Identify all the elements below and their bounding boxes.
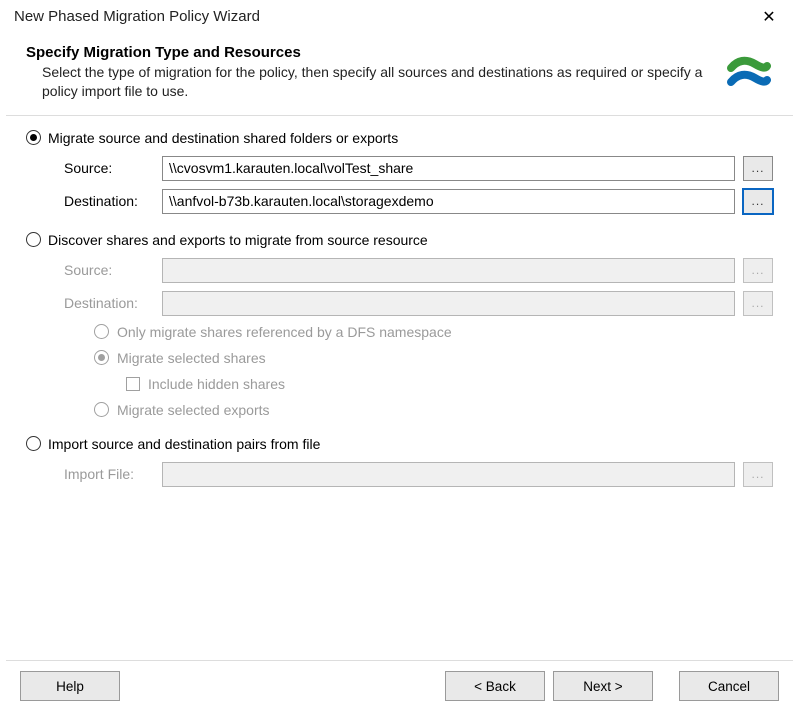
radio-import-pairs[interactable] bbox=[26, 436, 41, 451]
radio-migrate-selected-exports bbox=[94, 402, 109, 417]
radio-discover-shares[interactable] bbox=[26, 232, 41, 247]
help-button[interactable]: Help bbox=[20, 671, 120, 701]
radio-migrate-selected-exports-label: Migrate selected exports bbox=[117, 402, 270, 418]
discover-destination-label: Destination: bbox=[64, 295, 154, 311]
close-button[interactable]: ✕ bbox=[749, 3, 789, 31]
radio-dfs-namespace bbox=[94, 324, 109, 339]
import-file-input bbox=[162, 462, 735, 487]
radio-import-pairs-label: Import source and destination pairs from… bbox=[48, 436, 320, 452]
back-button[interactable]: < Back bbox=[445, 671, 545, 701]
radio-dfs-namespace-label: Only migrate shares referenced by a DFS … bbox=[117, 324, 452, 340]
import-file-label: Import File: bbox=[64, 466, 154, 482]
radio-migrate-folders-label: Migrate source and destination shared fo… bbox=[48, 130, 398, 146]
brand-logo bbox=[725, 50, 773, 98]
checkbox-include-hidden-shares bbox=[126, 377, 140, 391]
discover-source-label: Source: bbox=[64, 262, 154, 278]
radio-migrate-selected-shares bbox=[94, 350, 109, 365]
discover-destination-input bbox=[162, 291, 735, 316]
discover-destination-browse-button: ... bbox=[743, 291, 773, 316]
import-file-browse-button: ... bbox=[743, 462, 773, 487]
radio-discover-shares-label: Discover shares and exports to migrate f… bbox=[48, 232, 428, 248]
page-title: Specify Migration Type and Resources bbox=[26, 44, 715, 61]
discover-source-input bbox=[162, 258, 735, 283]
migrate-destination-input[interactable] bbox=[162, 189, 735, 214]
migrate-source-input[interactable] bbox=[162, 156, 735, 181]
cancel-button[interactable]: Cancel bbox=[679, 671, 779, 701]
migrate-source-label: Source: bbox=[64, 160, 154, 176]
migrate-destination-label: Destination: bbox=[64, 193, 154, 209]
next-button[interactable]: Next > bbox=[553, 671, 653, 701]
page-subtitle: Select the type of migration for the pol… bbox=[26, 63, 715, 101]
migrate-destination-browse-button[interactable]: ... bbox=[743, 189, 773, 214]
checkbox-include-hidden-shares-label: Include hidden shares bbox=[148, 376, 285, 392]
discover-source-browse-button: ... bbox=[743, 258, 773, 283]
radio-migrate-folders[interactable] bbox=[26, 130, 41, 145]
window-title: New Phased Migration Policy Wizard bbox=[14, 8, 260, 25]
radio-migrate-selected-shares-label: Migrate selected shares bbox=[117, 350, 266, 366]
migrate-source-browse-button[interactable]: ... bbox=[743, 156, 773, 181]
